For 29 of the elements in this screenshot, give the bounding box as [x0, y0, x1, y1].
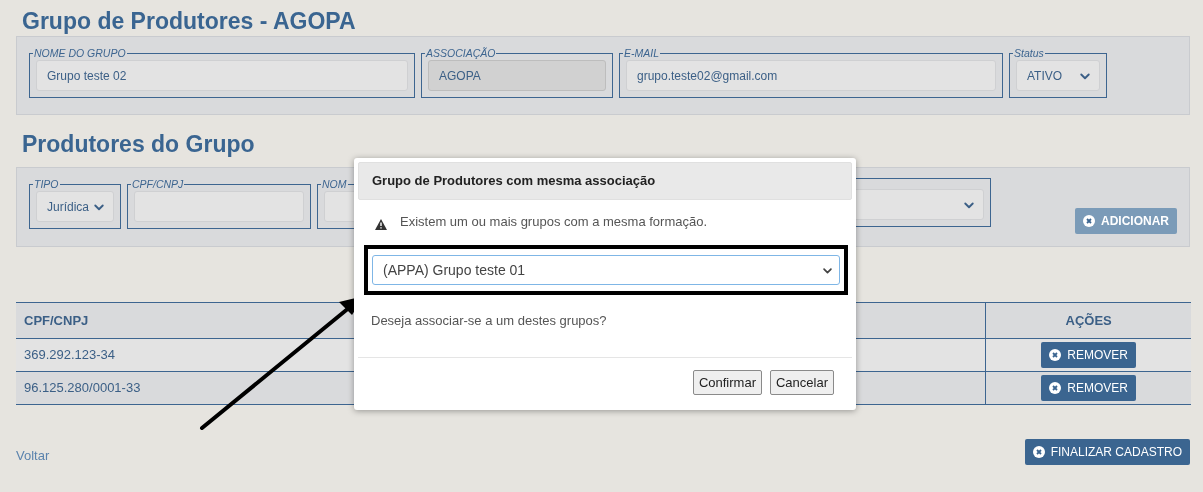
warning-icon [375, 218, 387, 230]
field-label: NOME DO GRUPO [33, 47, 127, 59]
select-field[interactable]: Jurídica [36, 191, 114, 222]
close-circle-icon [1049, 382, 1062, 394]
close-circle-icon [1083, 215, 1095, 227]
group-select[interactable]: (APPA) Grupo teste 01 [372, 255, 840, 285]
close-circle-icon [1049, 349, 1062, 361]
back-link[interactable]: Voltar [16, 445, 50, 465]
input-field[interactable]: grupo.teste02@gmail.com [626, 60, 996, 91]
field-label: CPF/CNPJ [131, 178, 185, 190]
section-title: Produtores do Grupo [22, 130, 256, 159]
close-circle-icon [1032, 446, 1045, 458]
select-field[interactable]: ATIVO [1016, 60, 1100, 91]
page-title: Grupo de Produtores - AGOPA [22, 7, 357, 36]
dialog-button[interactable]: Cancelar [769, 369, 834, 395]
dialog-button[interactable]: Confirmar [692, 369, 762, 395]
column-header: AÇÕES [985, 302, 1191, 339]
input-field[interactable]: Grupo teste 02 [36, 60, 408, 91]
field-label: ASSOCIAÇÃO [425, 47, 497, 59]
input-field[interactable]: AGOPA [428, 60, 606, 91]
remove-button[interactable]: REMOVER [1041, 375, 1136, 401]
warning-text: Existem um ou mais grupos com a mesma formação. [400, 212, 708, 231]
field-label: Status [1013, 47, 1045, 59]
field-label: TIPO [33, 178, 60, 190]
modal-title: Grupo de Produtores com mesma associação [358, 162, 852, 200]
field-label: E-MAIL [623, 47, 660, 59]
finish-button[interactable]: FINALIZAR CADASTRO [1024, 439, 1190, 465]
remove-button[interactable]: REMOVER [1041, 342, 1136, 368]
field-label: NOM [321, 178, 348, 190]
